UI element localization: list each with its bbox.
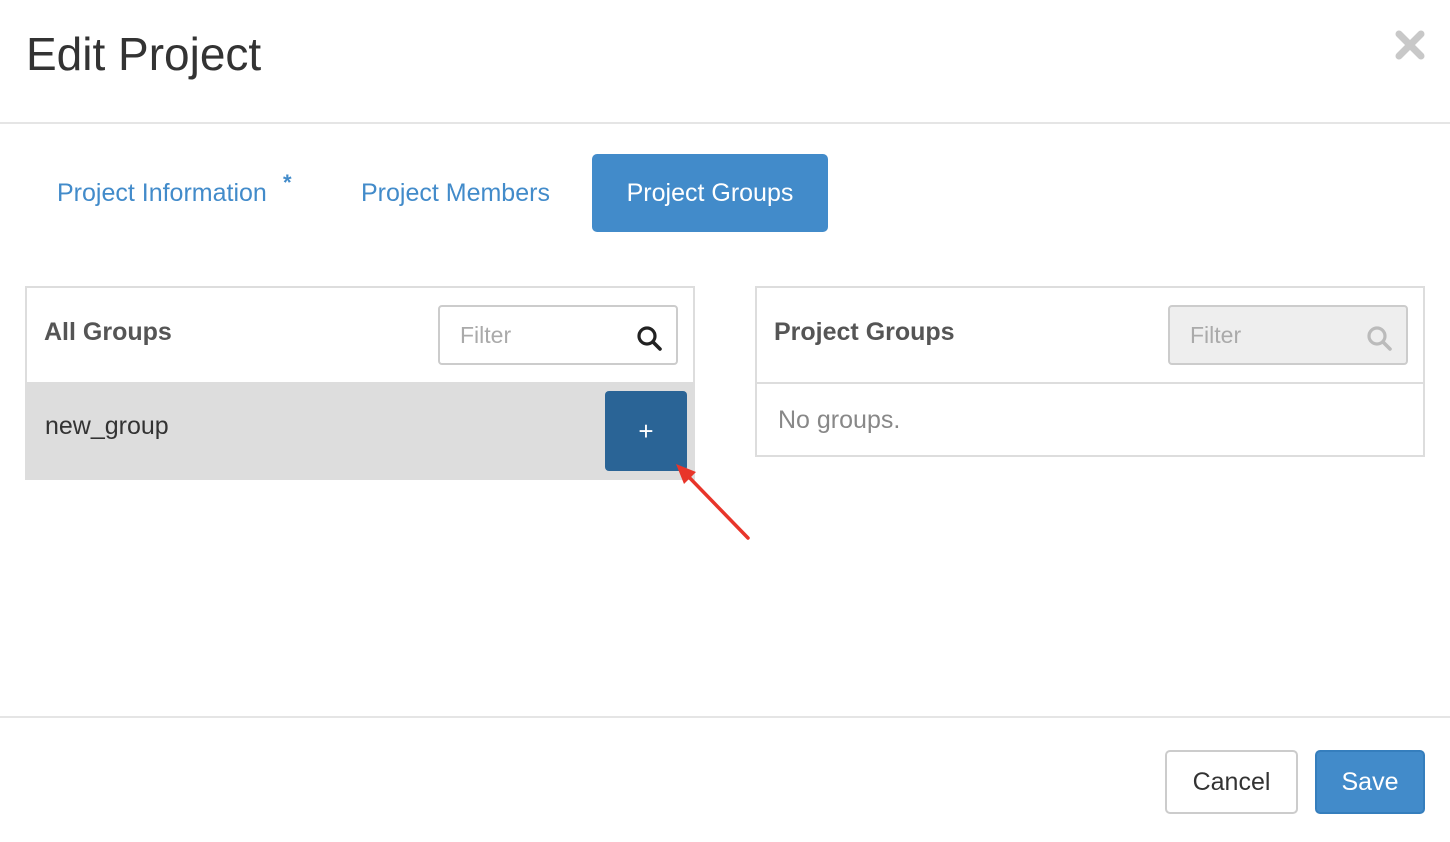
all-groups-filter bbox=[438, 305, 678, 365]
add-group-button[interactable]: + bbox=[605, 391, 687, 471]
tab-project-groups[interactable]: Project Groups bbox=[592, 154, 828, 232]
tab-project-information[interactable]: Project Information * bbox=[57, 154, 292, 232]
tab-project-members[interactable]: Project Members bbox=[361, 154, 550, 232]
tab-label: Project Information bbox=[57, 179, 267, 207]
cancel-button[interactable]: Cancel bbox=[1165, 750, 1298, 814]
project-groups-heading: Project Groups bbox=[757, 288, 1423, 384]
edit-project-modal: Edit Project Project Information * Proje… bbox=[0, 0, 1450, 842]
modal-title: Edit Project bbox=[26, 28, 262, 80]
project-groups-panel: Project Groups No groups. bbox=[755, 286, 1425, 457]
all-groups-panel: All Groups new_group + bbox=[25, 286, 695, 480]
close-icon[interactable] bbox=[1393, 28, 1427, 62]
project-groups-filter bbox=[1168, 305, 1408, 365]
all-groups-title: All Groups bbox=[44, 318, 172, 346]
modal-header: Edit Project bbox=[0, 0, 1450, 124]
group-name: new_group bbox=[45, 412, 169, 440]
tab-label: Project Groups bbox=[626, 179, 794, 207]
all-groups-filter-input[interactable] bbox=[440, 307, 640, 363]
search-icon bbox=[1367, 326, 1392, 351]
required-marker: * bbox=[283, 170, 292, 195]
modal-footer: Cancel Save bbox=[0, 716, 1450, 842]
table-row: new_group + bbox=[27, 384, 693, 478]
all-groups-heading: All Groups bbox=[27, 288, 693, 384]
project-groups-filter-input[interactable] bbox=[1170, 307, 1370, 363]
empty-message: No groups. bbox=[778, 406, 901, 434]
search-icon bbox=[637, 326, 662, 351]
project-groups-title: Project Groups bbox=[774, 318, 955, 346]
save-button[interactable]: Save bbox=[1315, 750, 1425, 814]
annotation-arrow-icon bbox=[676, 464, 750, 540]
tab-label: Project Members bbox=[361, 179, 550, 207]
